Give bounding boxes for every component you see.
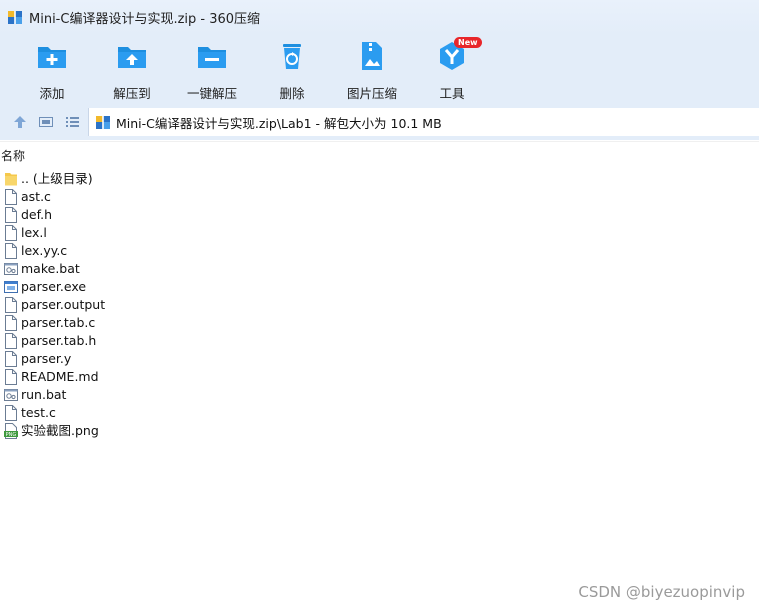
file-row[interactable]: parser.y [0, 350, 759, 368]
file-row[interactable]: test.c [0, 404, 759, 422]
image-compress-icon [362, 42, 382, 70]
folder-up-icon [4, 171, 18, 187]
file-name: run.bat [21, 387, 67, 402]
file-row[interactable]: make.bat [0, 260, 759, 278]
file-name: test.c [21, 405, 56, 420]
tools-button[interactable]: New 工具 [420, 37, 484, 101]
one-click-extract-label: 一键解压 [186, 86, 237, 101]
add-folder-icon [38, 47, 66, 68]
file-name: parser.tab.c [21, 315, 96, 330]
address-path-field[interactable]: Mini-C编译器设计与实现.zip\Lab1 - 解包大小为 10.1 MB [88, 108, 759, 136]
svg-text:PNG: PNG [6, 432, 17, 438]
file-row[interactable]: PNG 实验截图.png [0, 422, 759, 440]
file-icon [4, 207, 18, 223]
file-icon [4, 369, 18, 385]
file-row[interactable]: .. (上级目录) [0, 170, 759, 188]
image-compress-label: 图片压缩 [346, 86, 397, 101]
file-name: lex.l [21, 225, 47, 240]
file-icon [4, 351, 18, 367]
toolbar: 添加 解压到 一键解压 删除 图片压缩 New 工具 [0, 34, 759, 104]
file-row[interactable]: parser.output [0, 296, 759, 314]
png-file-icon: PNG [4, 423, 18, 439]
header-divider [0, 141, 759, 142]
extract-to-icon [118, 47, 146, 68]
add-button[interactable]: 添加 [20, 40, 84, 101]
file-name: 实验截图.png [21, 423, 99, 438]
zip-archive-icon [96, 116, 110, 129]
file-row[interactable]: README.md [0, 368, 759, 386]
file-icon [4, 405, 18, 421]
up-arrow-icon[interactable] [12, 114, 28, 130]
file-name: def.h [21, 207, 53, 222]
file-name: README.md [21, 369, 99, 384]
exe-file-icon [4, 279, 18, 295]
thumbnail-view-icon[interactable] [38, 114, 54, 130]
batch-file-icon [4, 387, 18, 403]
file-name: lex.yy.c [21, 243, 68, 258]
address-path-text: Mini-C编译器设计与实现.zip\Lab1 - 解包大小为 10.1 MB [116, 115, 442, 131]
window-title: Mini-C编译器设计与实现.zip - 360压缩 [29, 11, 261, 27]
add-label: 添加 [39, 86, 65, 101]
file-row[interactable]: lex.yy.c [0, 242, 759, 260]
file-name: parser.output [21, 297, 106, 312]
file-name: .. (上级目录) [21, 171, 93, 186]
file-name: parser.y [21, 351, 72, 366]
file-icon [4, 225, 18, 241]
one-click-extract-icon [198, 47, 226, 68]
file-name: parser.exe [21, 279, 87, 294]
delete-label: 删除 [279, 86, 305, 101]
file-row[interactable]: def.h [0, 206, 759, 224]
new-badge: New [454, 37, 482, 48]
address-bar: Mini-C编译器设计与实现.zip\Lab1 - 解包大小为 10.1 MB [0, 104, 759, 140]
file-icon [4, 333, 18, 349]
file-row[interactable]: parser.exe [0, 278, 759, 296]
file-icon [4, 315, 18, 331]
file-name: ast.c [21, 189, 51, 204]
extract-to-label: 解压到 [113, 86, 151, 101]
recycle-delete-icon [283, 44, 301, 69]
archive-app-icon [8, 11, 22, 24]
tools-label: 工具 [439, 86, 465, 101]
list-view-icon[interactable] [64, 114, 80, 130]
file-name: make.bat [21, 261, 80, 276]
extract-to-button[interactable]: 解压到 [100, 40, 164, 101]
column-header: 名称 [0, 141, 759, 164]
batch-file-icon [4, 261, 18, 277]
file-icon [4, 297, 18, 313]
watermark: CSDN @biyezuopinvip [578, 583, 745, 601]
image-compress-button[interactable]: 图片压缩 [340, 40, 404, 101]
title-bar: Mini-C编译器设计与实现.zip - 360压缩 [0, 0, 759, 34]
file-row[interactable]: run.bat [0, 386, 759, 404]
file-icon [4, 189, 18, 205]
column-name-header[interactable]: 名称 [1, 147, 25, 164]
file-row[interactable]: ast.c [0, 188, 759, 206]
file-name: parser.tab.h [21, 333, 97, 348]
file-row[interactable]: parser.tab.h [0, 332, 759, 350]
file-row[interactable]: lex.l [0, 224, 759, 242]
file-icon [4, 243, 18, 259]
file-list: .. (上级目录) ast.c def.h lex.l lex.yy.c make.bat… [0, 170, 759, 440]
file-row[interactable]: parser.tab.c [0, 314, 759, 332]
delete-button[interactable]: 删除 [260, 40, 324, 101]
one-click-extract-button[interactable]: 一键解压 [180, 40, 244, 101]
